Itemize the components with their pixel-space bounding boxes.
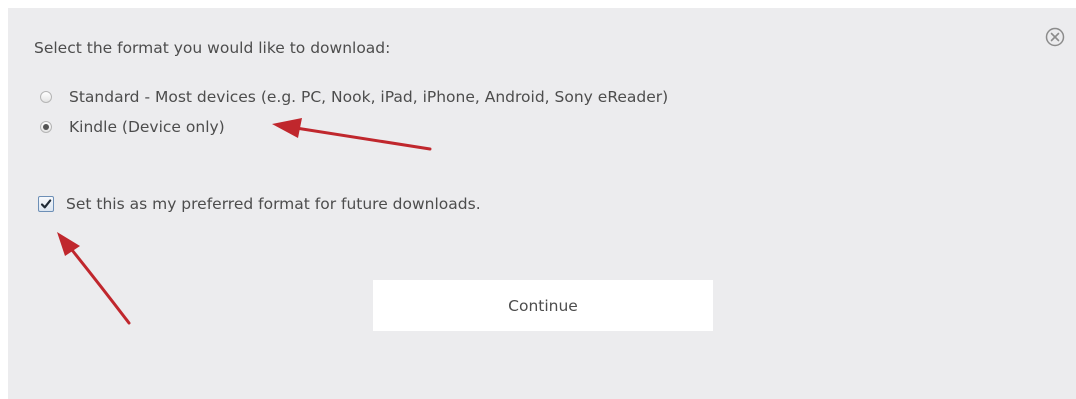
preferred-format-checkbox[interactable] bbox=[38, 196, 54, 212]
close-icon[interactable] bbox=[1045, 27, 1065, 47]
preferred-format-label: Set this as my preferred format for futu… bbox=[66, 195, 481, 213]
continue-button[interactable]: Continue bbox=[373, 280, 713, 331]
standard-format-option[interactable]: Standard - Most devices (e.g. PC, Nook, … bbox=[40, 86, 668, 108]
preferred-format-option[interactable]: Set this as my preferred format for futu… bbox=[38, 193, 481, 215]
kindle-radio[interactable] bbox=[40, 121, 52, 133]
format-prompt: Select the format you would like to down… bbox=[34, 39, 391, 57]
checkmark-icon bbox=[40, 199, 52, 209]
standard-radio[interactable] bbox=[40, 91, 52, 103]
kindle-option-label: Kindle (Device only) bbox=[69, 118, 225, 136]
standard-option-label: Standard - Most devices (e.g. PC, Nook, … bbox=[69, 88, 669, 106]
kindle-format-option[interactable]: Kindle (Device only) bbox=[40, 116, 225, 138]
